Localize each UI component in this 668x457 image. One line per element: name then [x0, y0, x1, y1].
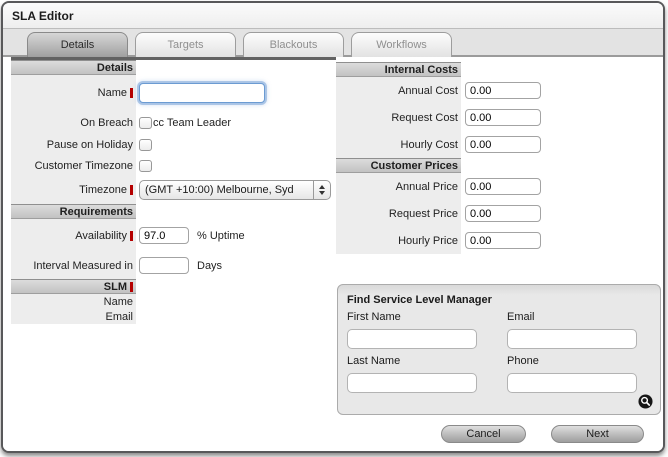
- availability-input[interactable]: [139, 227, 189, 244]
- customer-prices-section-row: Customer Prices: [336, 158, 663, 173]
- interval-label: Interval Measured in: [33, 259, 133, 272]
- name-label: Name: [97, 87, 127, 99]
- availability-suffix: % Uptime: [197, 229, 245, 242]
- phone-input[interactable]: [507, 373, 637, 393]
- annual-cost-row: Annual Cost: [336, 77, 663, 104]
- hourly-cost-label: Hourly Cost: [400, 138, 458, 151]
- sla-editor-window: SLA Editor Details Targets Blackouts Wor…: [1, 1, 665, 453]
- name-input[interactable]: [139, 83, 265, 103]
- hourly-price-row: Hourly Price: [336, 227, 663, 254]
- last-name-input[interactable]: [347, 373, 477, 393]
- slm-email-value: [136, 309, 336, 324]
- page-title: SLA Editor: [12, 8, 74, 23]
- availability-label: Availability: [75, 229, 127, 242]
- slm-name-label: Name: [103, 295, 133, 308]
- tab-details[interactable]: Details: [27, 32, 128, 57]
- cc-team-leader-label: cc Team Leader: [153, 116, 232, 129]
- tab-blackouts[interactable]: Blackouts: [243, 32, 344, 57]
- tab-targets[interactable]: Targets: [135, 32, 236, 57]
- details-section-row: Details: [11, 60, 336, 75]
- email-label: Email: [507, 311, 535, 323]
- on-breach-row: On Breach cc Team Leader: [11, 111, 336, 134]
- request-cost-row: Request Cost: [336, 104, 663, 131]
- slm-header-text: SLM: [103, 280, 127, 293]
- timezone-row: Timezone (GMT +10:00) Melbourne, Syd: [11, 176, 336, 204]
- last-name-label: Last Name: [347, 355, 401, 367]
- details-panel: Details Name On Breach cc Team Leader Pa…: [11, 57, 336, 324]
- internal-costs-section-header: Internal Costs: [336, 62, 461, 77]
- name-row: Name: [11, 75, 336, 111]
- details-section-header: Details: [11, 60, 136, 75]
- hourly-price-input[interactable]: [465, 232, 541, 249]
- slm-email-label: Email: [105, 310, 133, 323]
- interval-input[interactable]: [139, 257, 189, 274]
- find-slm-grid: First Name Email Last Name Phone: [347, 311, 651, 398]
- internal-costs-section-row: Internal Costs: [336, 62, 663, 77]
- required-marker: [130, 281, 133, 292]
- request-cost-input[interactable]: [465, 109, 541, 126]
- annual-price-row: Annual Price: [336, 173, 663, 200]
- requirements-section-header: Requirements: [11, 204, 136, 219]
- select-stepper-icon: [313, 181, 330, 199]
- request-price-input[interactable]: [465, 205, 541, 222]
- cancel-button[interactable]: Cancel: [441, 425, 526, 443]
- content-area: Details Name On Breach cc Team Leader Pa…: [3, 57, 663, 451]
- next-button[interactable]: Next: [551, 425, 644, 443]
- timezone-selected-value: (GMT +10:00) Melbourne, Syd: [145, 184, 294, 196]
- annual-cost-input[interactable]: [465, 82, 541, 99]
- hourly-cost-row: Hourly Cost: [336, 131, 663, 158]
- interval-row: Interval Measured in Days: [11, 252, 336, 279]
- timezone-select[interactable]: (GMT +10:00) Melbourne, Syd: [139, 180, 331, 200]
- request-price-row: Request Price: [336, 200, 663, 227]
- pause-on-holiday-checkbox[interactable]: [139, 138, 152, 151]
- search-icon[interactable]: [638, 394, 653, 409]
- annual-price-label: Annual Price: [395, 180, 458, 193]
- first-name-label: First Name: [347, 311, 401, 323]
- slm-name-value: [136, 294, 336, 309]
- request-price-label: Request Price: [388, 207, 458, 220]
- timezone-label: Timezone: [79, 184, 127, 196]
- customer-prices-section-header: Customer Prices: [336, 158, 461, 173]
- required-marker: [130, 88, 133, 98]
- required-marker: [130, 185, 133, 195]
- request-cost-label: Request Cost: [391, 111, 458, 124]
- email-input[interactable]: [507, 329, 637, 349]
- customer-timezone-label: Customer Timezone: [34, 159, 133, 172]
- phone-label: Phone: [507, 355, 539, 367]
- pause-on-holiday-row: Pause on Holiday: [11, 134, 336, 155]
- slm-section-header: SLM: [11, 279, 136, 294]
- required-marker: [130, 230, 133, 241]
- hourly-cost-input[interactable]: [465, 136, 541, 153]
- on-breach-label: On Breach: [80, 116, 133, 129]
- tab-strip: Details Targets Blackouts Workflows: [3, 29, 663, 57]
- interval-suffix: Days: [197, 259, 223, 272]
- title-bar: SLA Editor: [3, 3, 663, 29]
- requirements-section-row: Requirements: [11, 204, 336, 219]
- availability-row: Availability % Uptime: [11, 219, 336, 252]
- annual-price-input[interactable]: [465, 178, 541, 195]
- slm-section-row: SLM: [11, 279, 336, 294]
- first-name-input[interactable]: [347, 329, 477, 349]
- find-slm-box: Find Service Level Manager First Name Em…: [337, 284, 661, 415]
- costs-panel: Internal Costs Annual Cost Request Cost: [336, 57, 663, 254]
- pause-on-holiday-label: Pause on Holiday: [46, 138, 133, 151]
- hourly-price-label: Hourly Price: [398, 234, 458, 247]
- find-slm-title: Find Service Level Manager: [347, 294, 492, 306]
- cc-team-leader-checkbox[interactable]: [139, 116, 152, 129]
- customer-timezone-checkbox[interactable]: [139, 159, 152, 172]
- slm-email-row: Email: [11, 309, 336, 324]
- annual-cost-label: Annual Cost: [398, 84, 458, 97]
- tab-workflows[interactable]: Workflows: [351, 32, 452, 57]
- slm-name-row: Name: [11, 294, 336, 309]
- customer-timezone-row: Customer Timezone: [11, 155, 336, 176]
